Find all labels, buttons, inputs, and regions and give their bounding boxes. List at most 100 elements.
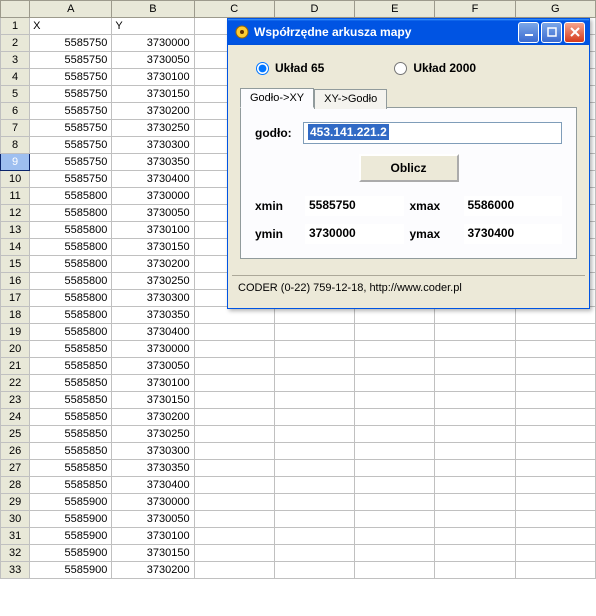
- cell[interactable]: 3730000: [112, 341, 194, 358]
- col-header-E[interactable]: E: [355, 1, 435, 18]
- cell[interactable]: [435, 545, 515, 562]
- cell[interactable]: [194, 562, 274, 579]
- cell[interactable]: [355, 443, 435, 460]
- cell[interactable]: [355, 392, 435, 409]
- row-header[interactable]: 21: [1, 358, 30, 375]
- row-header[interactable]: 4: [1, 69, 30, 86]
- cell[interactable]: 3730200: [112, 409, 194, 426]
- cell[interactable]: 5585850: [30, 392, 112, 409]
- cell[interactable]: [194, 358, 274, 375]
- cell[interactable]: 3730000: [112, 35, 194, 52]
- cell[interactable]: [355, 511, 435, 528]
- row-header[interactable]: 10: [1, 171, 30, 188]
- cell[interactable]: [435, 460, 515, 477]
- col-header-A[interactable]: A: [30, 1, 112, 18]
- row-header[interactable]: 26: [1, 443, 30, 460]
- cell[interactable]: [274, 426, 354, 443]
- cell[interactable]: 3730300: [112, 290, 194, 307]
- godlo-input[interactable]: 453.141.221.2: [303, 122, 562, 144]
- row-header[interactable]: 3: [1, 52, 30, 69]
- cell[interactable]: [515, 392, 595, 409]
- cell[interactable]: [274, 494, 354, 511]
- cell[interactable]: [515, 460, 595, 477]
- minimize-button[interactable]: [518, 22, 539, 43]
- cell[interactable]: 5585750: [30, 52, 112, 69]
- cell[interactable]: 3730400: [112, 171, 194, 188]
- cell[interactable]: [435, 511, 515, 528]
- row-header[interactable]: 7: [1, 120, 30, 137]
- cell[interactable]: [355, 341, 435, 358]
- cell[interactable]: 5585850: [30, 358, 112, 375]
- cell[interactable]: 3730000: [112, 494, 194, 511]
- cell[interactable]: 3730350: [112, 154, 194, 171]
- cell[interactable]: [515, 426, 595, 443]
- cell[interactable]: [274, 443, 354, 460]
- tab-godlo-xy[interactable]: Godło->XY: [240, 88, 314, 108]
- cell[interactable]: 3730150: [112, 86, 194, 103]
- col-header-G[interactable]: G: [515, 1, 595, 18]
- cell[interactable]: 5585850: [30, 477, 112, 494]
- row-header[interactable]: 23: [1, 392, 30, 409]
- cell[interactable]: 3730150: [112, 239, 194, 256]
- cell[interactable]: 3730400: [112, 477, 194, 494]
- cell[interactable]: [194, 528, 274, 545]
- cell[interactable]: [435, 341, 515, 358]
- cell[interactable]: [274, 511, 354, 528]
- cell[interactable]: [435, 307, 515, 324]
- cell[interactable]: 3730100: [112, 222, 194, 239]
- radio-uklad65-input[interactable]: [256, 62, 269, 75]
- cell[interactable]: [274, 324, 354, 341]
- cell[interactable]: [274, 477, 354, 494]
- cell[interactable]: [515, 358, 595, 375]
- cell[interactable]: [515, 341, 595, 358]
- cell[interactable]: 5585750: [30, 69, 112, 86]
- row-header[interactable]: 25: [1, 426, 30, 443]
- row-header[interactable]: 19: [1, 324, 30, 341]
- cell[interactable]: 3730200: [112, 256, 194, 273]
- cell[interactable]: 5585900: [30, 562, 112, 579]
- cell[interactable]: 5585800: [30, 290, 112, 307]
- cell[interactable]: [274, 392, 354, 409]
- cell[interactable]: 3730050: [112, 511, 194, 528]
- cell[interactable]: [355, 460, 435, 477]
- cell[interactable]: 5585750: [30, 86, 112, 103]
- col-header-B[interactable]: B: [112, 1, 194, 18]
- cell[interactable]: 5585750: [30, 171, 112, 188]
- cell[interactable]: [274, 341, 354, 358]
- tab-xy-godlo[interactable]: XY->Godło: [314, 89, 387, 109]
- row-header[interactable]: 13: [1, 222, 30, 239]
- cell[interactable]: 5585850: [30, 460, 112, 477]
- cell[interactable]: 5585900: [30, 511, 112, 528]
- cell[interactable]: [194, 375, 274, 392]
- cell[interactable]: 5585750: [30, 137, 112, 154]
- cell[interactable]: [355, 426, 435, 443]
- cell[interactable]: [355, 477, 435, 494]
- cell[interactable]: [194, 341, 274, 358]
- cell[interactable]: 3730050: [112, 52, 194, 69]
- cell[interactable]: [274, 409, 354, 426]
- row-header[interactable]: 11: [1, 188, 30, 205]
- cell[interactable]: [194, 494, 274, 511]
- col-header-F[interactable]: F: [435, 1, 515, 18]
- cell[interactable]: 5585850: [30, 426, 112, 443]
- cell[interactable]: 5585800: [30, 222, 112, 239]
- cell[interactable]: [355, 307, 435, 324]
- cell[interactable]: 5585900: [30, 528, 112, 545]
- row-header[interactable]: 29: [1, 494, 30, 511]
- cell[interactable]: 5585800: [30, 324, 112, 341]
- row-header[interactable]: 20: [1, 341, 30, 358]
- cell[interactable]: [515, 545, 595, 562]
- cell[interactable]: [194, 545, 274, 562]
- select-all-corner[interactable]: [1, 1, 30, 18]
- row-header[interactable]: 24: [1, 409, 30, 426]
- cell[interactable]: [435, 375, 515, 392]
- cell[interactable]: 3730400: [112, 324, 194, 341]
- cell[interactable]: 5585750: [30, 103, 112, 120]
- cell[interactable]: [274, 528, 354, 545]
- cell[interactable]: 3730150: [112, 392, 194, 409]
- cell[interactable]: [355, 324, 435, 341]
- radio-uklad65[interactable]: Układ 65: [256, 61, 324, 75]
- cell[interactable]: 5585750: [30, 120, 112, 137]
- cell[interactable]: 3730300: [112, 443, 194, 460]
- cell[interactable]: [194, 477, 274, 494]
